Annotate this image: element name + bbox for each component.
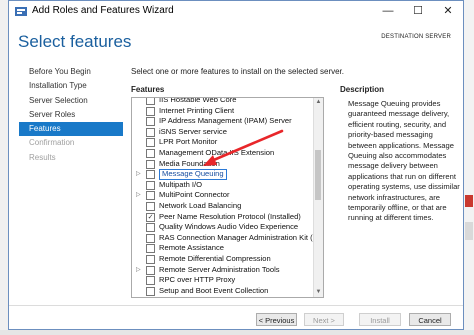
feature-row[interactable]: Remote Differential Compression	[132, 254, 315, 265]
scrollbar-thumb[interactable]	[315, 150, 321, 200]
feature-row[interactable]: IIS Hostable Web Core	[132, 97, 315, 106]
window-title: Add Roles and Features Wizard	[32, 5, 174, 16]
feature-checkbox[interactable]	[146, 191, 155, 201]
feature-row[interactable]: ▷ Remote Server Administration Tools	[132, 265, 315, 276]
feature-label: IIS Hostable Web Core	[159, 97, 237, 104]
previous-button[interactable]: < Previous	[256, 313, 297, 326]
nav-item-server-selection[interactable]: Server Selection	[19, 94, 123, 108]
feature-checkbox[interactable]	[146, 244, 155, 254]
feature-row[interactable]: Internet Printing Client	[132, 106, 315, 117]
wizard-window: Add Roles and Features Wizard — ☐ ✕ Sele…	[8, 0, 464, 330]
feature-checkbox[interactable]	[146, 223, 155, 233]
feature-checkbox[interactable]	[146, 138, 155, 148]
scroll-down-icon[interactable]: ▼	[314, 288, 323, 297]
feature-checkbox[interactable]	[146, 106, 155, 116]
feature-label: iSNS Server service	[159, 126, 227, 136]
feature-checkbox[interactable]	[146, 254, 155, 264]
vertical-scrollbar[interactable]: ▲ ▼	[313, 98, 323, 297]
cancel-button[interactable]: Cancel	[409, 313, 451, 326]
feature-label: Network Load Balancing	[159, 200, 242, 210]
feature-label: Peer Name Resolution Protocol (Installed…	[159, 211, 301, 221]
close-button[interactable]: ✕	[433, 1, 463, 21]
feature-rows: IIS Hostable Web Core Internet Printing C…	[132, 97, 323, 297]
wizard-header: Select features DESTINATION SERVER	[9, 23, 463, 61]
maximize-button[interactable]: ☐	[403, 1, 433, 21]
feature-row[interactable]: Multipath I/O	[132, 180, 315, 191]
destination-server-label: DESTINATION SERVER	[381, 34, 451, 40]
feature-label: Setup and Boot Event Collection	[159, 285, 269, 295]
feature-checkbox[interactable]	[146, 201, 155, 211]
feature-label: LPR Port Monitor	[159, 137, 218, 147]
feature-label: RPC over HTTP Proxy	[159, 275, 236, 285]
feature-row[interactable]: ▷ Message Queuing	[132, 169, 315, 180]
feature-checkbox[interactable]: ✓	[146, 212, 155, 222]
wizard-nav: Before You Begin Installation Type Serve…	[19, 65, 123, 165]
features-header: Features	[131, 85, 165, 94]
page-title: Select features	[18, 32, 132, 51]
background-taskbar-strip	[0, 330, 474, 335]
feature-row[interactable]: Network Load Balancing	[132, 201, 315, 212]
feature-row[interactable]: Quality Windows Audio Video Experience	[132, 222, 315, 233]
description-header: Description	[340, 85, 385, 94]
server-manager-icon	[15, 7, 27, 16]
feature-label: Remote Assistance	[159, 243, 224, 253]
nav-item-results: Results	[29, 152, 56, 162]
title-bar: Add Roles and Features Wizard — ☐ ✕	[9, 1, 463, 23]
feature-checkbox[interactable]	[146, 148, 155, 158]
install-button: Install	[359, 313, 401, 326]
background-panel	[465, 222, 473, 240]
feature-label: Message Queuing	[159, 169, 227, 180]
feature-label: Multipath I/O	[159, 179, 203, 189]
feature-checkbox[interactable]	[146, 180, 155, 190]
nav-item-confirmation: Confirmation	[29, 138, 75, 148]
feature-checkbox[interactable]	[146, 233, 155, 243]
expand-chevron-icon[interactable]: ▷	[136, 266, 142, 273]
feature-checkbox[interactable]	[146, 98, 155, 105]
next-button: Next >	[304, 313, 344, 326]
feature-row[interactable]: ✓ Peer Name Resolution Protocol (Installe…	[132, 212, 315, 223]
feature-label: Management OData IIS Extension	[159, 147, 275, 157]
feature-row[interactable]: RAS Connection Manager Administration Ki…	[132, 233, 323, 244]
nav-item-server-roles[interactable]: Server Roles	[19, 108, 123, 122]
feature-checkbox[interactable]	[146, 159, 155, 169]
feature-checkbox[interactable]	[146, 276, 155, 286]
expand-chevron-icon[interactable]: ▷	[136, 191, 142, 198]
feature-row[interactable]: Media Foundation	[132, 159, 315, 170]
feature-label: IP Address Management (IPAM) Server	[159, 116, 292, 126]
features-tree[interactable]: IIS Hostable Web Core Internet Printing C…	[131, 97, 324, 298]
nav-item-before-you-begin[interactable]: Before You Begin	[19, 65, 123, 79]
background-red-tab	[465, 195, 473, 207]
feature-row[interactable]: IP Address Management (IPAM) Server	[132, 116, 315, 127]
instruction-text: Select one or more features to install o…	[131, 67, 345, 76]
feature-row[interactable]: Setup and Boot Event Collection	[132, 286, 315, 297]
feature-row[interactable]: ▷ MultiPoint Connector	[132, 190, 315, 201]
expand-chevron-icon[interactable]: ▷	[136, 170, 142, 177]
nav-item-installation-type[interactable]: Installation Type	[19, 79, 123, 93]
background-right-strip	[464, 0, 474, 335]
feature-checkbox[interactable]	[146, 170, 155, 180]
feature-row[interactable]: iSNS Server service	[132, 127, 315, 138]
feature-label: RAS Connection Manager Administration Ki…	[159, 232, 324, 242]
feature-checkbox[interactable]	[146, 265, 155, 275]
feature-label: MultiPoint Connector	[159, 190, 230, 200]
feature-label: Remote Differential Compression	[159, 253, 271, 263]
feature-label: Internet Printing Client	[159, 105, 235, 115]
footer-divider	[9, 305, 463, 306]
scroll-up-icon[interactable]: ▲	[314, 98, 323, 107]
feature-row[interactable]: LPR Port Monitor	[132, 137, 315, 148]
minimize-button[interactable]: —	[373, 1, 403, 21]
nav-item-features[interactable]: Features	[19, 122, 123, 137]
feature-label: Media Foundation	[159, 158, 220, 168]
feature-row[interactable]: RPC over HTTP Proxy	[132, 275, 315, 286]
description-text: Message Queuing provides guaranteed mess…	[348, 99, 460, 223]
feature-row[interactable]: Management OData IIS Extension	[132, 148, 315, 159]
feature-label: Quality Windows Audio Video Experience	[159, 222, 299, 232]
feature-label: Remote Server Administration Tools	[159, 264, 280, 274]
feature-checkbox[interactable]	[146, 286, 155, 296]
feature-checkbox[interactable]	[146, 117, 155, 127]
feature-checkbox[interactable]	[146, 127, 155, 137]
feature-row[interactable]: Remote Assistance	[132, 243, 315, 254]
